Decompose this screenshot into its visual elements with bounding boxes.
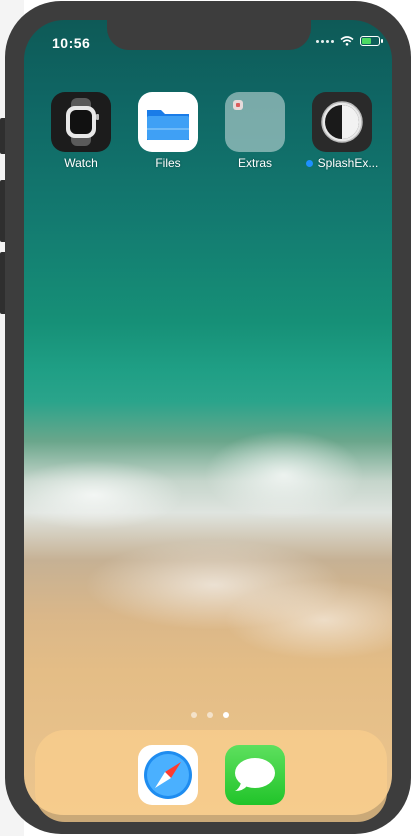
app-label-text: SplashEx... [317,156,379,170]
safari-compass-icon [138,745,198,805]
dock-app-safari[interactable] [128,745,208,805]
new-app-indicator [305,160,313,168]
battery-icon [360,36,383,46]
app-label: Extras [237,156,272,170]
messages-bubble-icon [225,745,285,805]
page-indicator[interactable] [191,712,229,718]
app-splashex[interactable]: SplashEx... [302,92,382,170]
status-time: 10:56 [52,35,91,51]
page-dot-current [223,712,229,718]
app-label: Files [155,156,181,170]
app-files[interactable]: Files [128,92,208,170]
status-indicators [316,36,383,46]
cellular-signal-icon [316,39,334,43]
page-dot [207,712,213,718]
page-dot [191,712,197,718]
app-watch[interactable]: Watch [41,92,121,170]
app-label: Watch [64,156,98,170]
dock [35,730,387,822]
folder-extras-icon [225,92,285,152]
watch-icon [51,92,111,152]
dock-app-messages[interactable] [215,745,295,805]
splash-app-icon [312,92,372,152]
app-label: SplashEx... [302,156,382,170]
notch [107,18,311,50]
wifi-icon [340,36,354,46]
files-folder-icon [138,92,198,152]
app-folder-extras[interactable]: Extras [215,92,295,170]
